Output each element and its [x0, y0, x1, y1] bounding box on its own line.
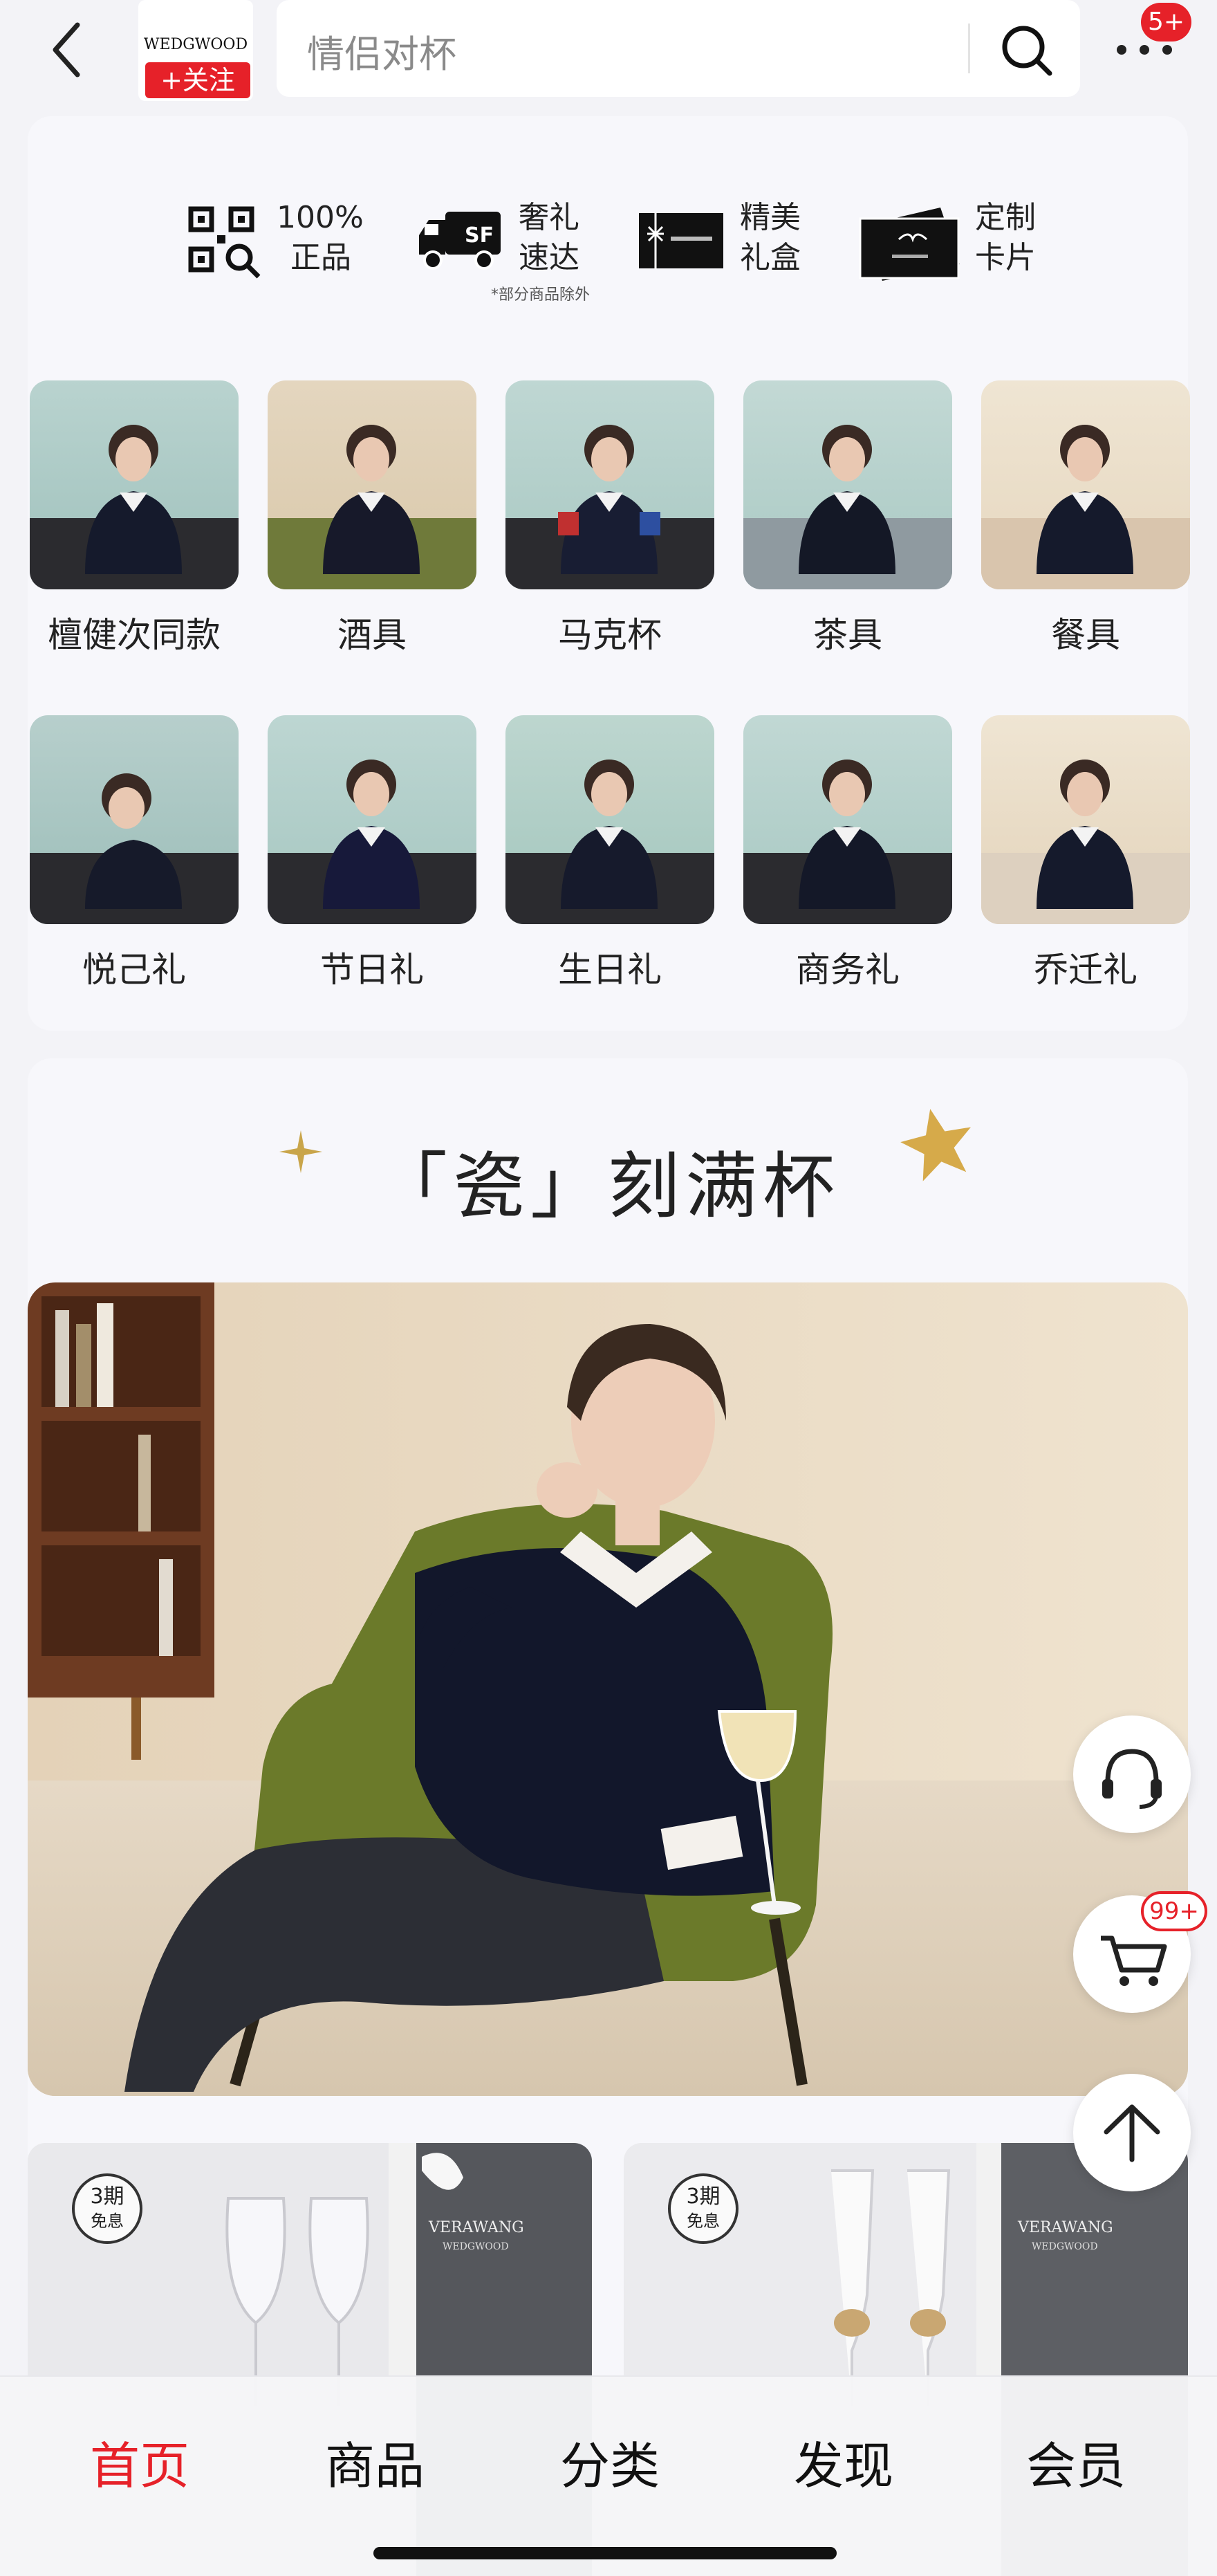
brand-services-card: 100% 正品 SF 奢礼 速达 *部分商品除外 精美 礼盒 定制 卡片 檀健次… — [28, 116, 1190, 1031]
section-title: 「瓷」刻满杯 — [375, 1144, 840, 1229]
feature-note: *部分商品除外 — [491, 286, 591, 304]
headset-icon — [1102, 1749, 1162, 1809]
brand-logo-text: WEDGWOOD — [143, 36, 248, 53]
follow-button[interactable]: +关注 — [145, 62, 250, 98]
nav-categories[interactable]: 分类 — [492, 2425, 727, 2498]
featured-section: 「瓷」刻满杯 3期 免息 VERAWANG WEDGWOOD 3期 免息 VER… — [28, 1058, 1188, 2576]
category-tile-9[interactable] — [743, 715, 952, 924]
feature-line: 奢礼 — [519, 200, 579, 235]
model-photo — [1037, 760, 1133, 909]
feature-authentic: 100% 正品 — [187, 198, 394, 309]
card-icon — [859, 208, 960, 281]
search-divider — [968, 24, 970, 73]
feature-delivery: SF 奢礼 速达 *部分商品除外 — [415, 198, 622, 309]
category-tile-10[interactable] — [981, 715, 1190, 924]
model-photo — [561, 760, 658, 909]
category-label: 生日礼 — [558, 950, 662, 990]
model-photo — [1037, 425, 1133, 574]
model-photo — [323, 425, 420, 574]
feature-line: 礼盒 — [740, 240, 801, 275]
hero-photo — [28, 1282, 1188, 2096]
feature-line: 100% — [277, 200, 364, 235]
cart-count-badge: 99+ — [1141, 1891, 1207, 1931]
nav-member[interactable]: 会员 — [958, 2425, 1193, 2498]
installment-badge-bottom: 免息 — [687, 2211, 720, 2231]
installment-badge: 3期 免息 — [668, 2173, 738, 2244]
svg-text:SF: SF — [465, 223, 494, 248]
nav-discover[interactable]: 发现 — [726, 2425, 961, 2498]
category-label: 檀健次同款 — [48, 615, 221, 655]
category-label: 商务礼 — [796, 950, 900, 990]
sf-truck-icon: SF — [419, 212, 501, 270]
model-photo — [85, 425, 182, 574]
model-photo — [799, 760, 895, 909]
nav-home[interactable]: 首页 — [22, 2425, 257, 2498]
category-tile-5[interactable] — [981, 380, 1190, 589]
category-label: 马克杯 — [558, 615, 662, 655]
gift-box-icon — [639, 213, 723, 268]
box-sub-text: WEDGWOOD — [1032, 2241, 1098, 2252]
box-brand-text: VERAWANG — [429, 2219, 524, 2236]
category-label: 悦己礼 — [82, 950, 186, 990]
back-to-top-button[interactable] — [1073, 2074, 1191, 2191]
box-sub-text: WEDGWOOD — [443, 2241, 509, 2252]
category-label: 餐具 — [1051, 615, 1120, 655]
feature-line: 卡片 — [975, 240, 1036, 275]
model-photo — [323, 760, 420, 909]
feature-line: 正品 — [290, 240, 351, 275]
category-tile-2[interactable] — [268, 380, 476, 589]
installment-badge-top: 3期 — [90, 2184, 124, 2209]
search-icon[interactable] — [996, 19, 1058, 82]
category-tile-7[interactable] — [268, 715, 476, 924]
category-tile-8[interactable] — [505, 715, 714, 924]
category-label: 茶具 — [813, 615, 882, 655]
box-brand-text: VERAWANG — [1018, 2219, 1113, 2236]
category-label: 节日礼 — [320, 950, 424, 990]
model-photo — [799, 425, 895, 574]
hero-banner[interactable] — [28, 1282, 1188, 2096]
feature-line: 定制 — [975, 200, 1036, 235]
category-tile-3[interactable] — [505, 380, 714, 589]
customer-service-button[interactable] — [1073, 1715, 1191, 1833]
qr-scan-icon — [188, 206, 261, 279]
feature-card: 定制 卡片 — [857, 198, 1079, 309]
notification-badge: 5+ — [1141, 3, 1192, 42]
home-indicator — [373, 2547, 837, 2559]
feature-line: 精美 — [740, 200, 801, 235]
installment-badge-top: 3期 — [686, 2184, 721, 2209]
model-photo — [85, 773, 182, 909]
search-bar[interactable]: 情侣对杯 — [277, 0, 1080, 97]
category-label: 乔迁礼 — [1034, 950, 1137, 990]
top-bar: WEDGWOOD +关注 情侣对杯 5+ — [0, 0, 1217, 104]
arrow-up-icon — [1104, 2104, 1160, 2162]
installment-badge: 3期 免息 — [72, 2173, 142, 2244]
feature-gift-box: 精美 礼盒 — [636, 198, 844, 309]
brand-logo[interactable]: WEDGWOOD +关注 — [138, 0, 253, 101]
category-tile-1[interactable] — [30, 380, 239, 589]
installment-badge-bottom: 免息 — [91, 2211, 124, 2231]
nav-products[interactable]: 商品 — [257, 2425, 492, 2498]
category-tile-4[interactable] — [743, 380, 952, 589]
category-tile-6[interactable] — [30, 715, 239, 924]
back-arrow-icon[interactable] — [41, 15, 97, 84]
search-input[interactable]: 情侣对杯 — [307, 24, 456, 78]
model-photo — [558, 425, 660, 574]
category-label: 酒具 — [337, 615, 407, 655]
feature-line: 速达 — [519, 240, 579, 275]
bottom-navigation: 首页 商品 分类 发现 会员 — [0, 2375, 1217, 2576]
